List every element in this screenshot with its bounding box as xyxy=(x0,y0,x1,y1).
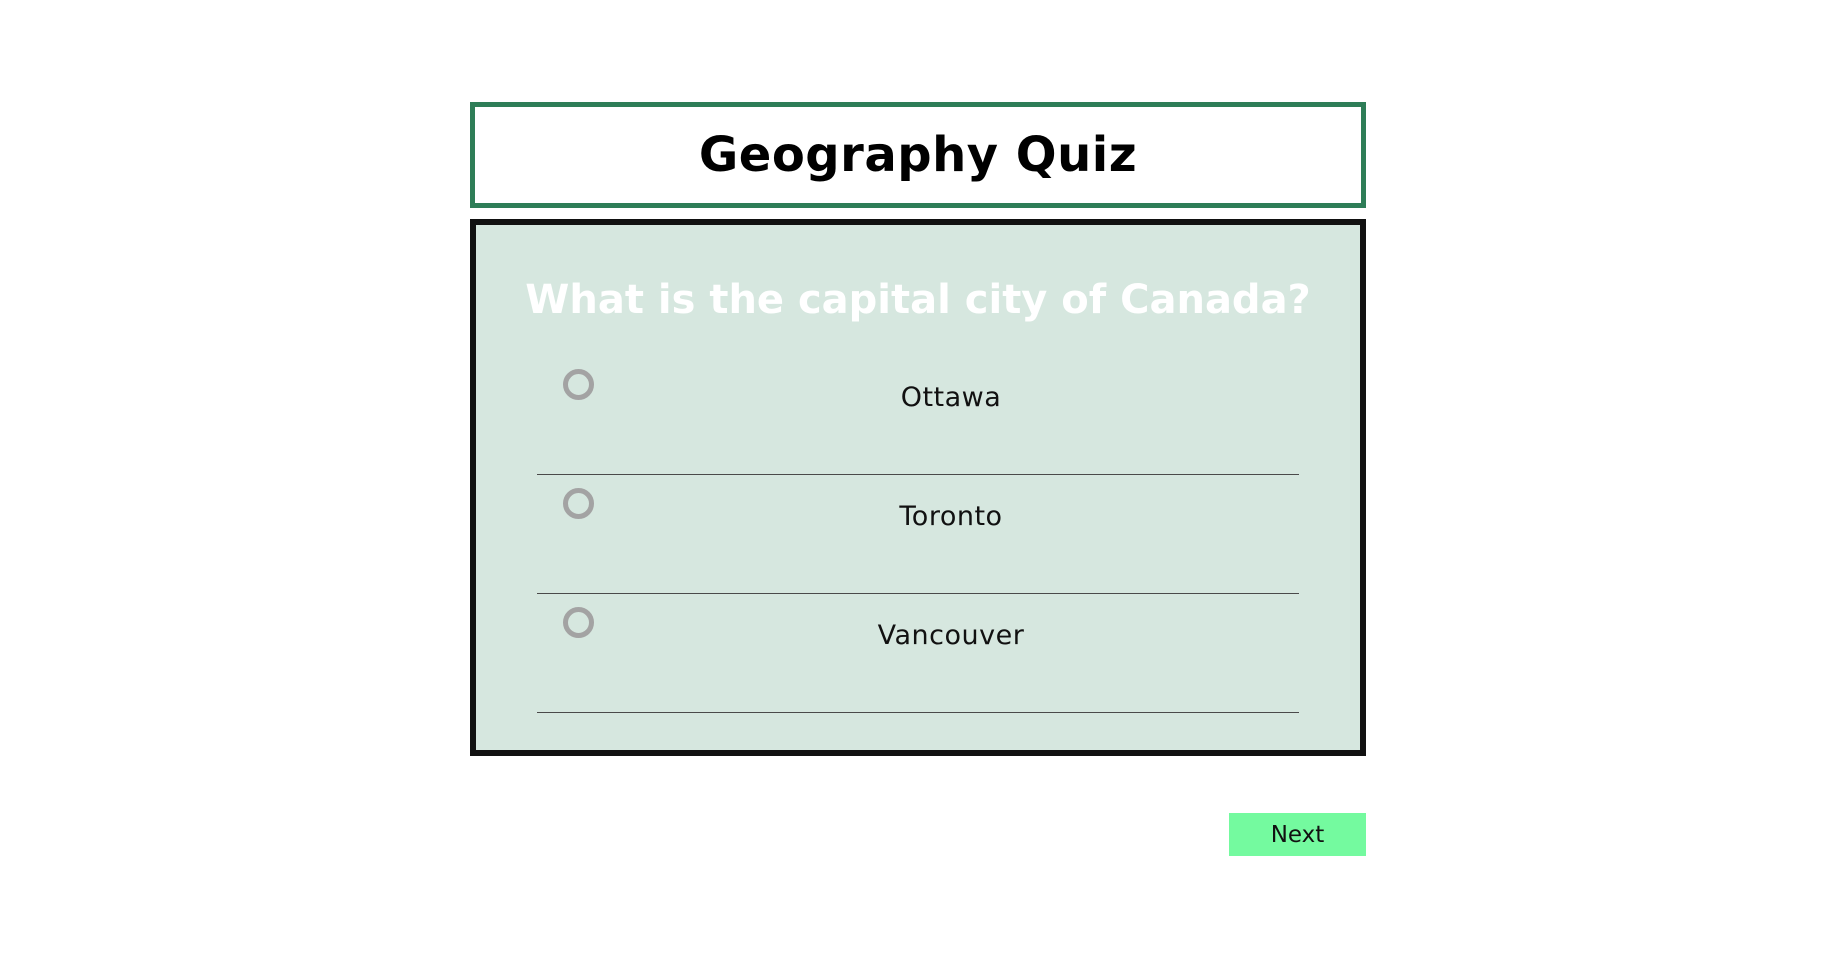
question-panel: What is the capital city of Canada? Otta… xyxy=(470,219,1366,756)
next-button[interactable]: Next xyxy=(1229,813,1366,856)
answer-option[interactable]: Toronto xyxy=(537,475,1299,594)
answer-option[interactable]: Vancouver xyxy=(537,594,1299,713)
answer-option[interactable]: Ottawa xyxy=(537,356,1299,475)
answer-option-label: Toronto xyxy=(899,501,1003,532)
quiz-title-box: Geography Quiz xyxy=(470,102,1366,208)
page-title: Geography Quiz xyxy=(698,127,1138,183)
answer-options: Ottawa Toronto Vancouver xyxy=(537,356,1299,713)
answer-option-label: Ottawa xyxy=(900,382,1002,413)
answer-option-label: Vancouver xyxy=(877,620,1025,651)
question-text: What is the capital city of Canada? xyxy=(525,277,1311,323)
